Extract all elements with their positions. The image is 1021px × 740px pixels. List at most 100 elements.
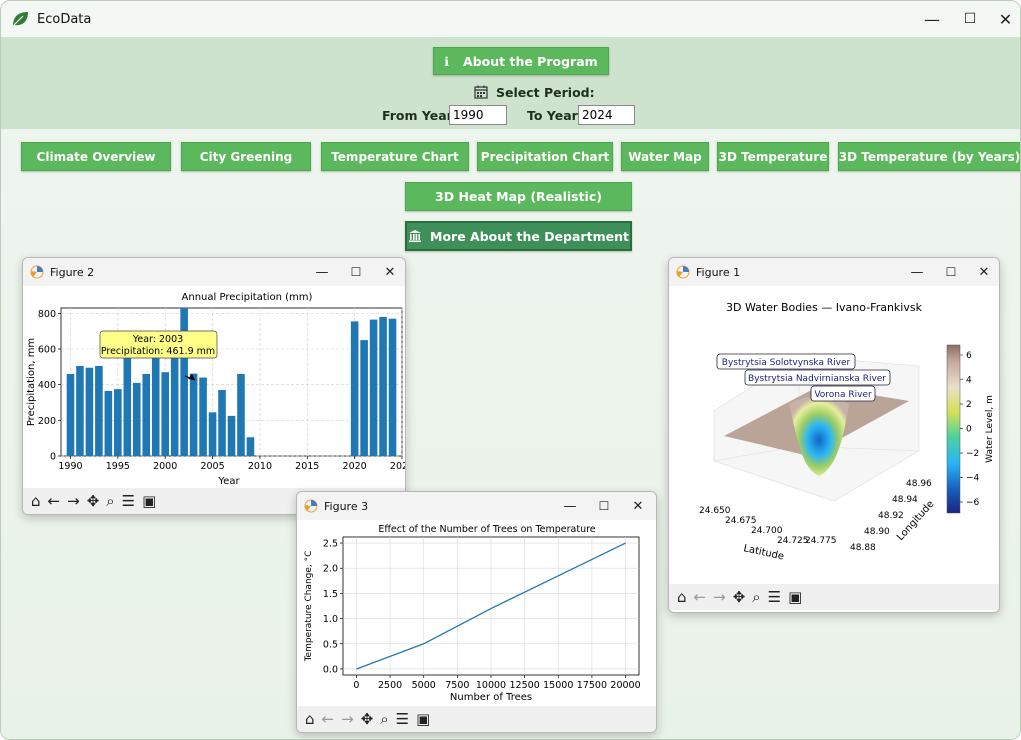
- y-tick-label: 48.88: [850, 543, 876, 553]
- y-tick-label: 48.90: [864, 527, 890, 537]
- bar[interactable]: [218, 390, 226, 456]
- zoom-icon[interactable]: ⌕: [106, 492, 114, 510]
- pan-icon[interactable]: ✥: [361, 710, 374, 728]
- configure-subplots-icon[interactable]: ☰: [122, 492, 135, 510]
- precipitation-chart-button[interactable]: Precipitation Chart: [477, 142, 613, 171]
- bar[interactable]: [237, 373, 245, 456]
- x-axis-label: Year: [217, 476, 240, 487]
- bar[interactable]: [189, 373, 198, 456]
- bar[interactable]: [142, 373, 151, 456]
- bar[interactable]: [227, 415, 236, 456]
- figure2-minimize-button[interactable]: —: [305, 258, 339, 286]
- forward-arrow-icon[interactable]: →: [67, 492, 80, 510]
- bar[interactable]: [388, 318, 397, 456]
- colorbar-tick-label: 2: [966, 400, 972, 410]
- bar[interactable]: [95, 365, 103, 456]
- building-icon: [409, 230, 422, 242]
- bar[interactable]: [123, 341, 132, 456]
- x-axis-label: Latitude: [742, 543, 785, 562]
- configure-subplots-icon[interactable]: ☰: [768, 588, 781, 606]
- figure2-maximize-button[interactable]: ☐: [339, 258, 373, 286]
- maximize-button[interactable]: ☐: [947, 1, 993, 37]
- forward-arrow-icon[interactable]: →: [713, 588, 726, 606]
- more-about-department-button[interactable]: More About the Department: [405, 221, 632, 251]
- save-icon[interactable]: ▣: [416, 710, 430, 728]
- colorbar: [946, 344, 961, 514]
- figure1-close-button[interactable]: ✕: [967, 258, 999, 286]
- back-arrow-icon[interactable]: ←: [322, 710, 335, 728]
- home-icon[interactable]: ⌂: [305, 710, 315, 728]
- chart-title: Effect of the Number of Trees on Tempera…: [378, 524, 595, 535]
- trees-temperature-chart: Effect of the Number of Trees on Tempera…: [304, 524, 641, 703]
- y-tick-label: 800: [38, 309, 56, 320]
- back-arrow-icon[interactable]: ←: [48, 492, 61, 510]
- bar[interactable]: [208, 412, 217, 456]
- forward-arrow-icon[interactable]: →: [341, 710, 354, 728]
- bar[interactable]: [199, 377, 207, 456]
- close-button[interactable]: ✕: [989, 1, 1020, 37]
- save-icon[interactable]: ▣: [142, 492, 156, 510]
- bar[interactable]: [379, 316, 387, 456]
- title-bar: EcoData — ☐ ✕: [1, 1, 1020, 37]
- calendar-icon: [474, 85, 488, 99]
- bar[interactable]: [170, 345, 179, 456]
- figure3-titlebar: Figure 3 — ☐ ✕: [297, 492, 656, 520]
- bar[interactable]: [369, 319, 378, 456]
- figure2-window: Figure 2 — ☐ ✕ Annual Precipitation (mm)…: [22, 257, 406, 515]
- colorbar-label: Water Level, m: [985, 395, 995, 463]
- figure1-minimize-button[interactable]: —: [900, 258, 934, 286]
- precipitation-chart: Annual Precipitation (mm) 1990 1995 2000 20…: [26, 292, 405, 487]
- pan-icon[interactable]: ✥: [733, 588, 746, 606]
- figure2-close-button[interactable]: ✕: [373, 258, 405, 286]
- about-program-label: About the Program: [463, 53, 598, 69]
- x-tick-label: 2020: [343, 461, 367, 472]
- x-tick-label: 5000: [412, 680, 436, 691]
- city-greening-button[interactable]: City Greening: [181, 142, 311, 171]
- figure1-titlebar: Figure 1 — ☐ ✕: [669, 258, 999, 286]
- figure3-maximize-button[interactable]: ☐: [587, 492, 621, 520]
- bar[interactable]: [132, 382, 141, 456]
- header-panel: i About the Program Select Period: From …: [1, 37, 1020, 129]
- from-year-input[interactable]: [449, 105, 507, 125]
- 3d-temperature-button[interactable]: 3D Temperature: [717, 142, 829, 171]
- temperature-chart-button[interactable]: Temperature Chart: [321, 142, 469, 171]
- water-map-button[interactable]: Water Map: [621, 142, 709, 171]
- figure1-maximize-button[interactable]: ☐: [934, 258, 968, 286]
- bar[interactable]: [104, 390, 113, 456]
- bar[interactable]: [76, 365, 84, 456]
- y-axis-label: Temperature Change, °C: [304, 551, 314, 663]
- home-icon[interactable]: ⌂: [677, 588, 687, 606]
- bar[interactable]: [151, 356, 160, 456]
- colorbar-tick-label: 0: [966, 425, 972, 435]
- 3d-heat-map-button[interactable]: 3D Heat Map (Realistic): [405, 182, 632, 211]
- climate-overview-button[interactable]: Climate Overview: [21, 142, 171, 171]
- x-tick-label: 2000: [153, 461, 177, 472]
- y-tick-label: 0.5: [323, 639, 338, 650]
- figure1-window: Figure 1 — ☐ ✕ 3D Water Bodies — Ivano-F…: [668, 257, 1000, 613]
- bar[interactable]: [85, 367, 94, 456]
- bar[interactable]: [66, 373, 75, 456]
- select-period-label: Select Period:: [496, 85, 595, 100]
- save-icon[interactable]: ▣: [788, 588, 802, 606]
- zoom-icon[interactable]: ⌕: [380, 710, 388, 728]
- bar[interactable]: [161, 372, 169, 456]
- to-year-input[interactable]: [578, 105, 635, 125]
- x-tick-label: 1990: [58, 461, 82, 472]
- home-icon[interactable]: ⌂: [31, 492, 41, 510]
- x-tick-label: 2010: [248, 461, 272, 472]
- x-tick-label: 24.675: [725, 516, 757, 526]
- 3d-temperature-by-years-button[interactable]: 3D Temperature (by Years): [838, 142, 1020, 171]
- pan-icon[interactable]: ✥: [87, 492, 100, 510]
- bar[interactable]: [360, 340, 368, 456]
- bar[interactable]: [180, 308, 188, 456]
- bar[interactable]: [114, 389, 122, 456]
- about-program-button[interactable]: i About the Program: [433, 47, 609, 75]
- back-arrow-icon[interactable]: ←: [694, 588, 707, 606]
- figure3-close-button[interactable]: ✕: [621, 492, 655, 520]
- configure-subplots-icon[interactable]: ☰: [396, 710, 409, 728]
- bar[interactable]: [246, 437, 255, 456]
- figure3-minimize-button[interactable]: —: [553, 492, 587, 520]
- tooltip-value: Precipitation: 461.9 mm: [101, 346, 215, 357]
- bar[interactable]: [350, 321, 359, 456]
- zoom-icon[interactable]: ⌕: [752, 588, 760, 606]
